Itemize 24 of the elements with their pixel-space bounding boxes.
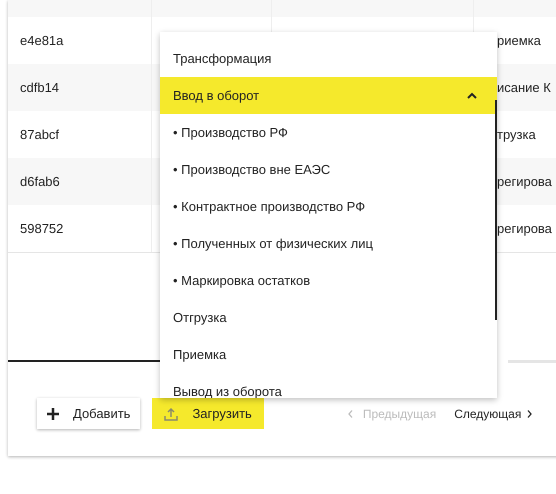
table-cell-text: риемка xyxy=(496,32,541,50)
menu-item[interactable]: • Производство вне ЕАЭС xyxy=(160,151,497,188)
add-button[interactable]: Добавить xyxy=(37,398,140,429)
plus-icon xyxy=(47,408,59,420)
menu-item[interactable]: • Маркировка остатков xyxy=(160,262,497,299)
menu-item[interactable]: • Контрактное производство РФ xyxy=(160,188,497,225)
scrollbar-thumb[interactable] xyxy=(495,100,497,320)
upload-icon xyxy=(164,406,178,420)
menu-item[interactable]: Трансформация xyxy=(160,40,497,77)
menu-item[interactable]: • Производство РФ xyxy=(160,114,497,151)
chevron-up-icon xyxy=(467,92,477,99)
chevron-left-icon xyxy=(348,410,353,418)
table-cell-text: исание К xyxy=(496,78,551,97)
menu-item[interactable]: Отгрузка xyxy=(160,299,497,336)
chevron-right-icon xyxy=(527,410,532,418)
menu-item[interactable]: • Полученных от физических лиц xyxy=(160,225,497,262)
table-cell: 598752 xyxy=(8,205,152,252)
menu-item[interactable]: Приемка xyxy=(160,336,497,373)
table-cell-text: регирова xyxy=(496,220,552,238)
menu-item[interactable]: Ввод в оборот xyxy=(160,77,497,114)
table-cell-text: трузка xyxy=(496,126,536,144)
next-page-button[interactable]: Следующая xyxy=(454,404,532,422)
upload-button[interactable]: Загрузить xyxy=(152,398,264,429)
table-cell-text: регирова xyxy=(496,172,552,191)
